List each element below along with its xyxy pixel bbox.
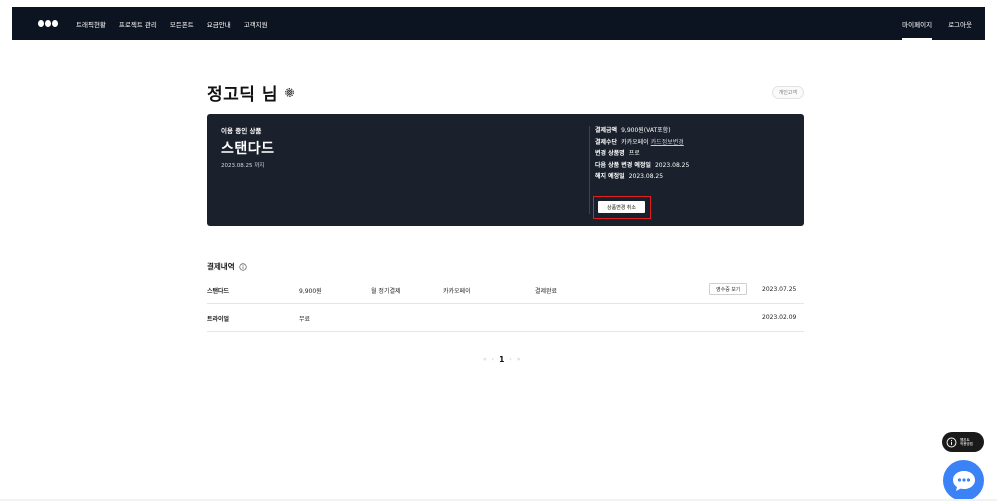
next-page-button[interactable]: › (509, 356, 511, 363)
detail-value: 2023.08.25 (654, 161, 690, 169)
nav-item-mypage[interactable]: 마이페이지 (902, 7, 932, 40)
top-nav: 트래픽현황 프로젝트 관리 모든폰트 요금안내 고객지원 마이페이지 로그아웃 (12, 7, 985, 40)
detail-value: 프로 (628, 150, 640, 157)
main-nav: 트래픽현황 프로젝트 관리 모든폰트 요금안내 고객지원 (76, 19, 281, 29)
info-icon (946, 437, 957, 447)
detail-payment-method: 결제수단 카카오페이 카드정보변경 (595, 137, 689, 149)
card-divider (589, 126, 590, 214)
webfont-guide-button[interactable]: 웹폰트 적용방법 (942, 432, 984, 452)
first-page-button[interactable]: « (483, 356, 487, 363)
row-status: 결제완료 (535, 288, 558, 295)
change-card-link[interactable]: 카드정보변경 (651, 139, 684, 146)
table-row: 스탠다드 9,900원 월 정기결제 카카오페이 결제완료 영수증 보기 202… (207, 277, 804, 304)
row-cycle: 월 정기결제 (371, 288, 401, 295)
plan-details: 결제금액 9,900원(VAT포함) 결제수단 카카오페이 카드정보변경 변경 상품명… (595, 125, 689, 183)
detail-amount: 결제금액 9,900원(VAT포함) (595, 125, 689, 137)
subscription-card: 이용 중인 상품 스탠다드 2023.08.25 까지 결제금액 9,900원(V… (207, 114, 804, 226)
row-plan: 스탠다드 (207, 288, 230, 295)
detail-value: 2023.08.25 (628, 173, 664, 180)
detail-cancel-date: 해지 예정일 2023.08.25 (595, 171, 689, 183)
payment-history-heading: 결제내역 (207, 261, 247, 272)
last-page-button[interactable]: » (517, 356, 521, 363)
chat-bubble-icon (952, 470, 975, 491)
customer-type-badge: 개인고객 (771, 85, 804, 99)
chat-button[interactable] (943, 460, 984, 501)
current-plan: 이용 중인 상품 스탠다드 2023.08.25 까지 (221, 125, 275, 169)
row-date: 2023.07.25 (762, 286, 797, 293)
logo[interactable] (38, 19, 58, 29)
current-page[interactable]: 1 (499, 355, 504, 364)
detail-key: 변경 상품명 (595, 150, 625, 157)
nav-item-logout[interactable]: 로그아웃 (948, 7, 972, 40)
detail-change-date: 다음 상품 변경 예정일 2023.08.25 (595, 160, 689, 172)
nav-item-traffic[interactable]: 트래픽현황 (76, 19, 106, 29)
detail-key: 다음 상품 변경 예정일 (595, 161, 651, 169)
cancel-plan-change-button[interactable]: 상품변경 취소 (598, 201, 645, 213)
info-icon[interactable] (239, 262, 247, 271)
plan-expiry: 2023.08.25 까지 (221, 163, 265, 169)
detail-value: 9,900원(VAT포함) (621, 127, 671, 134)
view-receipt-button[interactable]: 영수증 보기 (709, 283, 748, 295)
detail-key: 해지 예정일 (595, 173, 625, 180)
row-amount: 9,900원 (299, 288, 322, 295)
nav-item-pricing[interactable]: 요금안내 (207, 19, 231, 29)
row-plan: 트라이얼 (207, 316, 230, 323)
detail-next-plan: 변경 상품명 프로 (595, 148, 689, 160)
detail-value: 카카오페이 (621, 138, 649, 146)
nav-item-support[interactable]: 고객지원 (244, 19, 268, 29)
page-title: 정고딕 님 (207, 84, 278, 105)
nav-item-all-fonts[interactable]: 모든폰트 (170, 19, 194, 29)
prev-page-button[interactable]: ‹ (492, 356, 494, 363)
table-row: 트라이얼 무료 2023.02.09 (207, 305, 804, 332)
row-amount: 무료 (299, 316, 311, 323)
current-plan-label: 이용 중인 상품 (221, 127, 262, 135)
row-method: 카카오페이 (443, 288, 471, 295)
payment-history-title: 결제내역 (207, 262, 235, 271)
webfont-guide-line2: 적용방법 (960, 442, 973, 446)
webfont-guide-label: 웹폰트 적용방법 (960, 438, 973, 446)
user-nav: 마이페이지 로그아웃 (886, 7, 972, 40)
current-plan-name: 스탠다드 (221, 141, 275, 157)
title-row: 정고딕 님 개인고객 (207, 80, 804, 105)
row-date: 2023.02.09 (762, 314, 797, 321)
pagination: « ‹ 1 › » (483, 355, 520, 364)
detail-key: 결제수단 (595, 138, 618, 146)
cancel-change-highlight: 상품변경 취소 (593, 196, 651, 219)
nav-item-projects[interactable]: 프로젝트 관리 (119, 19, 157, 29)
detail-key: 결제금액 (595, 127, 618, 134)
gear-icon[interactable] (284, 87, 295, 98)
